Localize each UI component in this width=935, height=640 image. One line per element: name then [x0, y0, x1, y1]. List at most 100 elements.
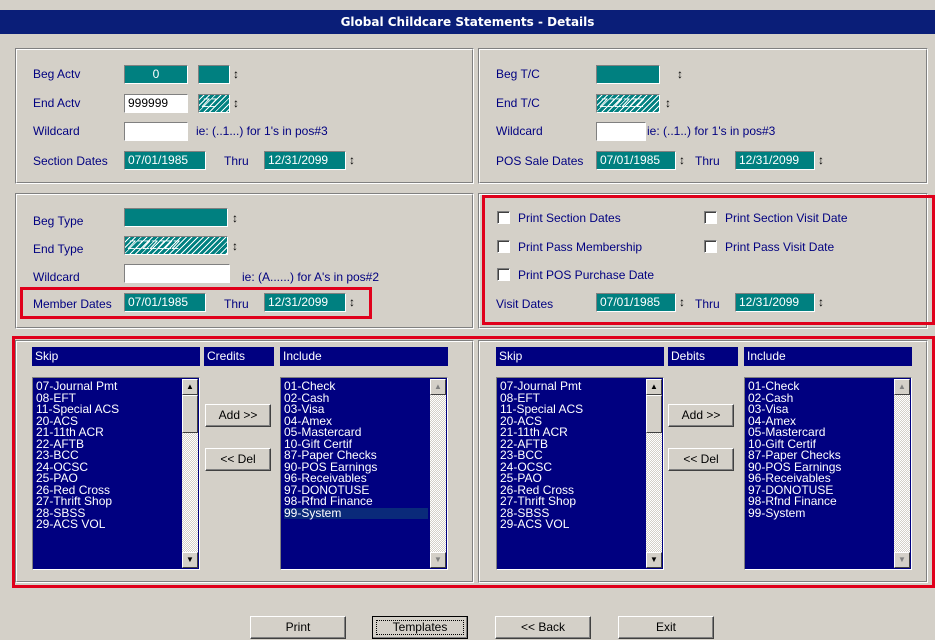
end-tc-spin-icon[interactable]: ↕: [664, 95, 672, 111]
section-date-spin-icon[interactable]: ↕: [348, 152, 356, 168]
print-pos-purchase-date-checkbox[interactable]: [497, 268, 510, 281]
scroll-thumb[interactable]: [646, 395, 662, 433]
credits-include-scrollbar[interactable]: ▲ ▼: [430, 379, 446, 568]
debits-include-header: Include: [744, 347, 912, 366]
end-actv-suffix-text: ZZ: [202, 96, 217, 110]
member-thru-label: Thru: [224, 297, 249, 311]
print-pass-visit-date-label: Print Pass Visit Date: [725, 240, 835, 254]
debits-mid-header: Debits: [668, 347, 738, 366]
visit-date-to-field[interactable]: 12/31/2099: [735, 293, 815, 312]
debits-skip-scrollbar[interactable]: ▲ ▼: [646, 379, 662, 568]
scroll-up-icon[interactable]: ▲: [430, 379, 446, 395]
pos-thru-label: Thru: [695, 154, 720, 168]
beg-type-spin-icon[interactable]: ↕: [231, 210, 239, 226]
credits-del-button[interactable]: << Del: [205, 448, 271, 471]
debits-skip-header: Skip: [496, 347, 664, 366]
print-section-dates-checkbox[interactable]: [497, 211, 510, 224]
credits-skip-scrollbar[interactable]: ▲ ▼: [182, 379, 198, 568]
beg-actv-field[interactable]: 0: [124, 65, 188, 84]
print-pos-purchase-date-label: Print POS Purchase Date: [518, 268, 655, 282]
scroll-up-icon[interactable]: ▲: [182, 379, 198, 395]
scroll-down-icon[interactable]: ▼: [182, 552, 198, 568]
pos-date-to-field[interactable]: 12/31/2099: [735, 151, 815, 170]
visit-date-from-field[interactable]: 07/01/1985: [596, 293, 676, 312]
visit-date-to-spin-icon[interactable]: ↕: [817, 294, 825, 310]
beg-type-field[interactable]: [124, 208, 228, 227]
list-item[interactable]: 99-System: [284, 507, 428, 519]
print-section-visit-date-checkbox[interactable]: [704, 211, 717, 224]
type-wildcard-field[interactable]: [124, 264, 230, 283]
end-actv-spin-icon[interactable]: ↕: [232, 95, 240, 111]
print-section-dates-label: Print Section Dates: [518, 211, 621, 225]
end-actv-field[interactable]: 999999: [124, 94, 188, 113]
section-dates-label: Section Dates: [33, 154, 108, 168]
member-date-from-field[interactable]: 07/01/1985: [124, 293, 206, 312]
credits-include-list[interactable]: 01-Check 02-Cash 03-Visa 04-Amex 05-Mast…: [280, 377, 448, 570]
scroll-up-icon[interactable]: ▲: [646, 379, 662, 395]
section-date-from-field[interactable]: 07/01/1985: [124, 151, 206, 170]
credits-mid-header: Credits: [204, 347, 274, 366]
end-actv-label: End Actv: [33, 96, 81, 110]
window-title: Global Childcare Statements - Details: [0, 10, 935, 34]
scroll-down-icon[interactable]: ▼: [646, 552, 662, 568]
print-pass-membership-label: Print Pass Membership: [518, 240, 643, 254]
pos-date-from-spin-icon[interactable]: ↕: [678, 152, 686, 168]
print-pass-visit-date-checkbox[interactable]: [704, 240, 717, 253]
member-date-to-field[interactable]: 12/31/2099: [264, 293, 346, 312]
end-type-text: ZZZZZZZ: [128, 238, 180, 252]
end-tc-text: ZZZZZZ: [600, 96, 644, 110]
credits-include-header: Include: [280, 347, 448, 366]
debits-include-scrollbar[interactable]: ▲ ▼: [894, 379, 910, 568]
end-type-label: End Type: [33, 242, 84, 256]
end-tc-field[interactable]: ZZZZZZ: [596, 94, 660, 113]
list-item[interactable]: 99-System: [748, 507, 892, 520]
credits-skip-header: Skip: [32, 347, 200, 366]
list-item[interactable]: 29-ACS VOL: [500, 518, 644, 531]
debits-include-list[interactable]: 01-Check 02-Cash 03-Visa 04-Amex 05-Mast…: [744, 377, 912, 570]
print-pass-membership-checkbox[interactable]: [497, 240, 510, 253]
visit-dates-label: Visit Dates: [496, 297, 554, 311]
pos-sale-dates-label: POS Sale Dates: [496, 154, 584, 168]
scroll-thumb[interactable]: [182, 395, 198, 433]
print-section-visit-date-label: Print Section Visit Date: [725, 211, 848, 225]
credits-skip-list[interactable]: 07-Journal Pmt 08-EFT 11-Special ACS 20-…: [32, 377, 200, 570]
debits-skip-list[interactable]: 07-Journal Pmt 08-EFT 11-Special ACS 20-…: [496, 377, 664, 570]
actv-wildcard-hint: ie: (..1...) for 1's in pos#3: [196, 124, 328, 138]
credits-add-button[interactable]: Add >>: [205, 404, 271, 427]
beg-type-label: Beg Type: [33, 214, 84, 228]
beg-tc-label: Beg T/C: [496, 67, 540, 81]
exit-button[interactable]: Exit: [618, 616, 714, 639]
tc-wildcard-label: Wildcard: [496, 124, 543, 138]
type-wildcard-label: Wildcard: [33, 270, 80, 284]
visit-date-from-spin-icon[interactable]: ↕: [678, 294, 686, 310]
end-tc-label: End T/C: [496, 96, 540, 110]
beg-tc-spin-icon[interactable]: ↕: [676, 66, 684, 82]
member-dates-label: Member Dates: [33, 297, 112, 311]
debits-del-button[interactable]: << Del: [668, 448, 734, 471]
list-item[interactable]: 29-ACS VOL: [36, 518, 180, 531]
pos-date-to-spin-icon[interactable]: ↕: [817, 152, 825, 168]
section-date-to-field[interactable]: 12/31/2099: [264, 151, 346, 170]
tc-wildcard-hint: ie: (..1..) for 1's in pos#3: [647, 124, 776, 138]
back-button[interactable]: << Back: [495, 616, 591, 639]
beg-actv-spin-icon[interactable]: ↕: [232, 66, 240, 82]
type-wildcard-hint: ie: (A......) for A's in pos#2: [242, 270, 380, 284]
section-thru-label: Thru: [224, 154, 249, 168]
print-button[interactable]: Print: [250, 616, 346, 639]
scroll-down-icon[interactable]: ▼: [894, 552, 910, 568]
debits-add-button[interactable]: Add >>: [668, 404, 734, 427]
actv-wildcard-field[interactable]: [124, 122, 188, 141]
actv-wildcard-label: Wildcard: [33, 124, 80, 138]
scroll-down-icon[interactable]: ▼: [430, 552, 446, 568]
end-type-field[interactable]: ZZZZZZZ: [124, 236, 228, 255]
scroll-up-icon[interactable]: ▲: [894, 379, 910, 395]
end-actv-suffix-field[interactable]: ZZ: [198, 94, 230, 113]
tc-wildcard-field[interactable]: [596, 122, 646, 141]
templates-button[interactable]: Templates: [372, 616, 468, 639]
title-area: Global Childcare Statements - Details: [0, 0, 935, 40]
pos-date-from-field[interactable]: 07/01/1985: [596, 151, 676, 170]
beg-actv-suffix-field[interactable]: [198, 65, 230, 84]
beg-tc-field[interactable]: [596, 65, 660, 84]
end-type-spin-icon[interactable]: ↕: [231, 238, 239, 254]
member-date-spin-icon[interactable]: ↕: [348, 294, 356, 310]
